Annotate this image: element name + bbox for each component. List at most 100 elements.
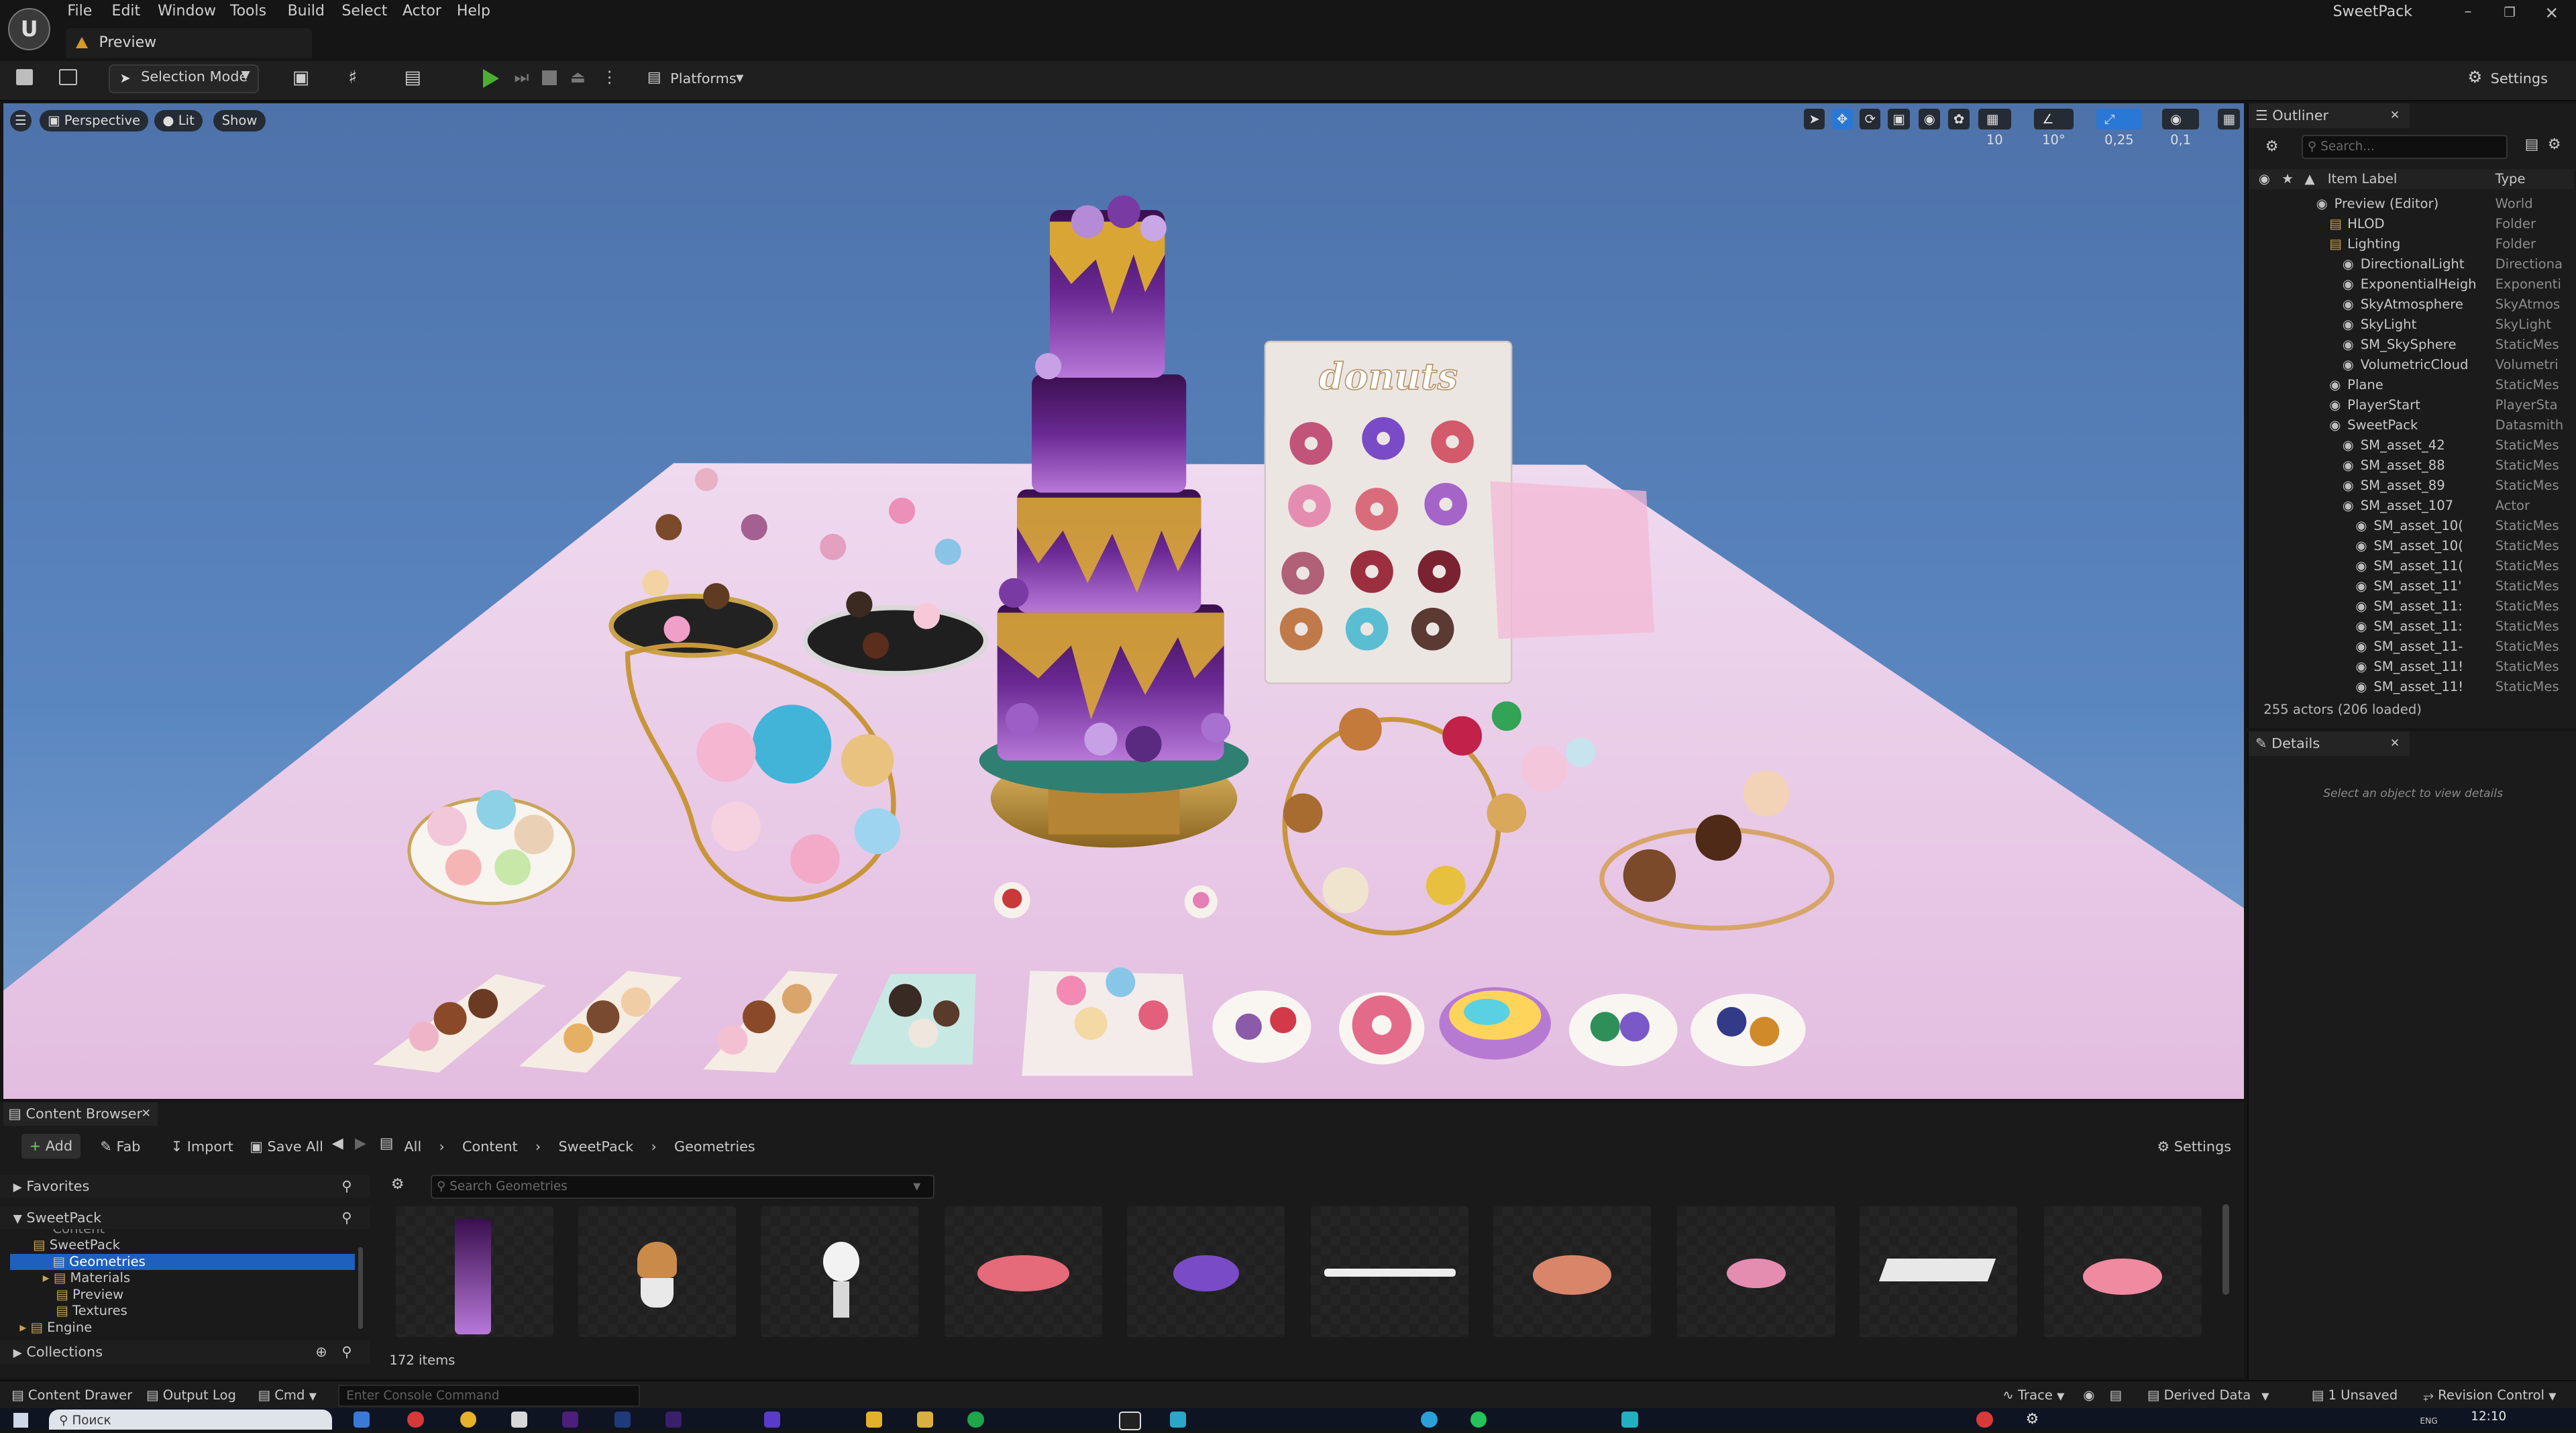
outliner-row[interactable]: ◉ SM_asset_11! StaticMes — [2249, 657, 2574, 676]
outliner-row[interactable]: ◉ SM_asset_88 StaticMes — [2249, 456, 2574, 475]
surface-snap-icon[interactable]: ✿ — [1948, 108, 1970, 130]
outliner-row[interactable]: ▤ Lighting Folder — [2249, 234, 2574, 254]
app-icon[interactable] — [1470, 1411, 1487, 1428]
outliner-row[interactable]: ◉ SkyAtmosphere SkyAtmos — [2249, 295, 2574, 314]
outliner-row[interactable]: ◉ SM_asset_11' StaticMes — [2249, 576, 2574, 596]
outliner-row[interactable]: ◉ SM_SkySphere StaticMes — [2249, 335, 2574, 354]
maximize-icon[interactable]: ❐ — [2504, 5, 2516, 20]
selection-mode-dropdown[interactable]: ➤ Selection Mode ▼ — [108, 64, 260, 93]
search-icon[interactable]: ⚲ — [341, 1340, 352, 1363]
platforms-dropdown[interactable]: ▤ Platforms ▼ — [647, 64, 749, 94]
menu-help[interactable]: Help — [457, 0, 490, 23]
viewport-layout-icon[interactable]: ▦ — [2218, 108, 2241, 130]
record-icon[interactable]: ◉ — [2083, 1381, 2094, 1410]
rotate-tool-icon[interactable]: ⟳ — [1860, 108, 1881, 130]
console-input[interactable]: Enter Console Command — [338, 1385, 641, 1408]
content-browser-tab[interactable]: ▤ Content Browser ✕ — [3, 1102, 158, 1126]
favorites-header[interactable]: ▶ Favorites ⚲ — [0, 1175, 370, 1198]
menu-window[interactable]: Window — [158, 0, 216, 23]
step-icon[interactable]: ⏭ — [515, 67, 529, 87]
tab-preview[interactable]: Preview — [65, 28, 313, 58]
viewport-menu-icon[interactable]: ☰ — [9, 110, 32, 131]
grid-snap-button[interactable]: ▦ 10 — [1978, 108, 2011, 148]
asset-thumbnail-icecream-cup[interactable] — [578, 1206, 737, 1338]
breadcrumb-content[interactable]: Content — [462, 1138, 518, 1155]
settings-dropdown[interactable]: ⚙ Settings — [2464, 64, 2566, 94]
forward-icon[interactable]: ▶ — [355, 1135, 366, 1152]
close-icon[interactable]: ✕ — [2390, 731, 2400, 756]
tree-item-textures[interactable]: ▤ Textures — [56, 1303, 127, 1319]
add-folder-icon[interactable]: ▤ — [2525, 136, 2539, 153]
angle-snap-button[interactable]: ∠ 10° — [2033, 108, 2074, 148]
play-button[interactable] — [483, 68, 499, 88]
derived-data-button[interactable]: ▤ Derived Data ▼ — [2147, 1381, 2269, 1411]
tree-item-geometries[interactable]: ▤ Geometries — [9, 1253, 355, 1271]
lit-button[interactable]: ● Lit — [154, 110, 203, 131]
fab-button[interactable]: ✎ Fab — [100, 1135, 140, 1158]
asset-thumbnail-tray[interactable] — [1860, 1206, 2018, 1338]
outliner-row[interactable]: ◉ SM_asset_107 Actor — [2249, 496, 2574, 515]
outliner-row[interactable]: ◉ VolumetricCloud Volumetri — [2249, 355, 2574, 374]
col-type[interactable]: Type — [2496, 169, 2526, 189]
level-viewport[interactable]: donuts ☰ ▣ Perspective ● Lit Show ➤ ✥ ⟳ … — [3, 103, 2245, 1100]
more-options-icon[interactable]: ⋮ — [601, 67, 617, 87]
app-icon[interactable] — [665, 1411, 682, 1428]
breadcrumb-geometries[interactable]: Geometries — [674, 1138, 755, 1155]
outliner-row[interactable]: ◉ SM_asset_11- StaticMes — [2249, 637, 2574, 656]
content-icon[interactable] — [59, 68, 78, 86]
app-icon[interactable] — [865, 1411, 883, 1428]
app-icon[interactable] — [916, 1411, 934, 1428]
app-icon[interactable] — [353, 1411, 370, 1428]
save-icon[interactable] — [16, 68, 33, 86]
content-drawer-button[interactable]: ▤ Content Drawer — [11, 1381, 132, 1410]
outliner-row[interactable]: ◉ SM_asset_10(StaticMes — [2249, 536, 2574, 555]
tree-scrollbar[interactable] — [358, 1246, 364, 1330]
breadcrumb-sweetpack[interactable]: SweetPack — [558, 1138, 633, 1155]
app-icon[interactable] — [967, 1411, 984, 1428]
asset-thumbnail-donut-sprinkle[interactable] — [1493, 1206, 1652, 1338]
filter-icon[interactable]: ⚙ — [2265, 138, 2279, 155]
menu-build[interactable]: Build — [288, 0, 325, 23]
outliner-row[interactable]: ▤ HLOD Folder — [2249, 214, 2574, 233]
scale-tool-icon[interactable]: ▣ — [1887, 108, 1911, 130]
trace-dropdown[interactable]: ∿ Trace ▼ — [2002, 1381, 2064, 1411]
tree-item-engine[interactable]: ▸ ▤ Engine — [19, 1320, 92, 1336]
screenshot-icon[interactable]: ▤ — [2110, 1381, 2123, 1410]
outliner-row[interactable]: ◉ SM_asset_10(StaticMes — [2249, 516, 2574, 535]
close-icon[interactable]: ✕ — [142, 1102, 151, 1125]
app-icon[interactable] — [511, 1411, 528, 1428]
breadcrumb-all[interactable]: All — [404, 1138, 421, 1155]
clock[interactable]: 12:10 — [2471, 1410, 2506, 1424]
outliner-row[interactable]: ◉ PlayerStart PlayerSta — [2249, 395, 2574, 415]
asset-thumbnail-donut-purple[interactable] — [1127, 1206, 1285, 1338]
camera-speed-button[interactable]: ◉ 0,1 — [2161, 108, 2200, 148]
menu-file[interactable]: File — [67, 0, 92, 23]
outliner-row[interactable]: ◉ SM_asset_11: StaticMes — [2249, 617, 2574, 636]
taskbar-search[interactable]: ⚲ Поиск — [49, 1410, 332, 1430]
close-icon[interactable]: ✕ — [2545, 3, 2559, 23]
outliner-row[interactable]: ◉ SkyLight SkyLight — [2249, 315, 2574, 334]
perspective-button[interactable]: ▣ Perspective — [39, 110, 149, 131]
back-icon[interactable]: ◀ — [332, 1135, 343, 1152]
details-tab[interactable]: ✎ Details ✕ — [2249, 731, 2410, 756]
app-icon[interactable] — [1421, 1411, 1438, 1428]
outliner-row[interactable]: ◉ SM_asset_11! StaticMes — [2249, 677, 2574, 695]
outliner-row[interactable]: ◉ Preview (Editor) World — [2249, 194, 2574, 213]
tree-item-materials[interactable]: ▸ ▤ Materials — [43, 1270, 131, 1286]
asset-thumbnail-donut-strawberry[interactable] — [2043, 1206, 2202, 1338]
outliner-search-input[interactable]: ⚲ Search... — [2301, 134, 2508, 159]
scale-snap-button[interactable]: ⤢ 0,25 — [2096, 108, 2142, 148]
col-item-label[interactable]: Item Label — [2328, 169, 2398, 189]
output-log-button[interactable]: ▤ Output Log — [146, 1381, 236, 1410]
asset-thumbnail-donut-glazed[interactable] — [1677, 1206, 1835, 1338]
menu-select[interactable]: Select — [341, 0, 387, 23]
outliner-row[interactable]: ◉ ExponentialHeigh Exponenti — [2249, 274, 2574, 294]
outliner-row[interactable]: ◉ SM_asset_42 StaticMes — [2249, 435, 2574, 455]
app-icon[interactable]: ⚙ — [2026, 1411, 2042, 1428]
menu-edit[interactable]: Edit — [112, 0, 141, 23]
minimize-icon[interactable]: – — [2464, 3, 2471, 20]
eject-icon[interactable]: ⏏ — [570, 67, 586, 87]
select-tool-icon[interactable]: ➤ — [1803, 108, 1825, 130]
add-button[interactable]: + Add — [21, 1133, 80, 1159]
app-icon[interactable] — [561, 1411, 579, 1428]
